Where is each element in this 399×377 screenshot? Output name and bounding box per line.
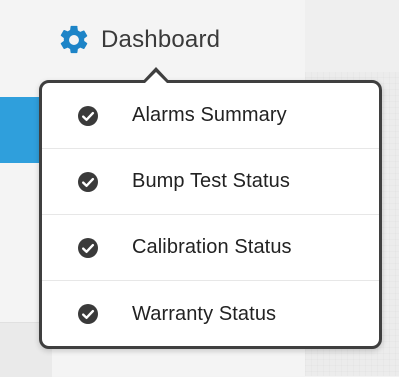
menu-item-label: Alarms Summary xyxy=(132,104,287,126)
top-right-strip xyxy=(305,0,399,72)
menu-item-label: Calibration Status xyxy=(132,236,292,258)
check-circle-icon xyxy=(77,105,99,127)
gear-icon xyxy=(57,23,91,57)
dropdown-caret-inner xyxy=(143,72,169,85)
check-circle-icon xyxy=(77,171,99,193)
menu-item-bump-test-status[interactable]: Bump Test Status xyxy=(42,149,379,215)
menu-item-warranty-status[interactable]: Warranty Status xyxy=(42,281,379,347)
check-circle-icon xyxy=(77,303,99,325)
menu-item-label: Warranty Status xyxy=(132,302,277,325)
dashboard-menu-list: Alarms Summary Bump Test Status Calibrat… xyxy=(42,83,379,347)
dashboard-label: Dashboard xyxy=(101,26,221,53)
dashboard-menu-trigger[interactable]: Dashboard xyxy=(57,18,220,62)
menu-item-alarms-summary[interactable]: Alarms Summary xyxy=(42,83,379,149)
dashboard-dropdown-menu: Alarms Summary Bump Test Status Calibrat… xyxy=(39,67,382,349)
check-circle-icon xyxy=(77,237,99,259)
menu-item-label: Bump Test Status xyxy=(132,170,290,192)
menu-item-calibration-status[interactable]: Calibration Status xyxy=(42,215,379,281)
